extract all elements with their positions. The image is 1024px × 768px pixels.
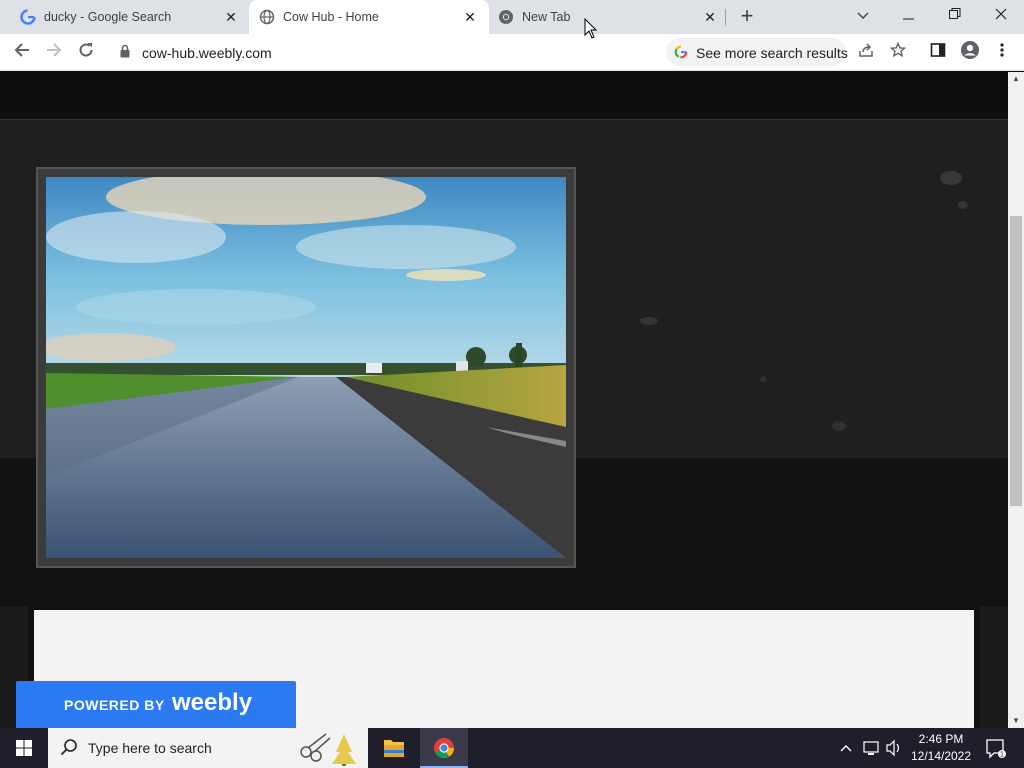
web-page: POWERED BY weebly xyxy=(0,72,1008,728)
road-landscape-image xyxy=(46,177,566,558)
tab-cow-hub[interactable]: Cow Hub - Home ✕ xyxy=(249,0,489,34)
tab-title: ducky - Google Search xyxy=(44,10,172,24)
reload-icon[interactable] xyxy=(74,40,98,64)
tray-overflow-chevron-icon[interactable] xyxy=(836,728,856,768)
google-g-icon xyxy=(20,9,36,25)
taskbar-search-placeholder: Type here to search xyxy=(88,740,212,756)
chrome-icon xyxy=(434,738,455,759)
vertical-scrollbar[interactable]: ▲ ▼ xyxy=(1008,72,1024,728)
clock-date: 12/14/2022 xyxy=(910,749,972,763)
bookmark-star-icon[interactable] xyxy=(886,40,910,64)
tab-close-icon[interactable]: ✕ xyxy=(702,9,718,25)
windows-logo-icon xyxy=(16,740,32,756)
browser-toolbar: cow-hub.weebly.com See more search resul… xyxy=(0,34,1024,71)
forward-arrow-icon[interactable] xyxy=(42,40,66,64)
globe-icon xyxy=(259,9,275,25)
powered-by-label: POWERED BY xyxy=(64,697,165,713)
profile-avatar-icon[interactable] xyxy=(958,40,982,64)
tab-title: New Tab xyxy=(522,10,571,24)
scroll-down-arrow-icon[interactable]: ▼ xyxy=(1008,714,1024,728)
search-results-chip[interactable]: See more search results xyxy=(666,38,848,66)
windows-taskbar: Type here to search 2:46 PM 12/14/2022 1 xyxy=(0,728,1024,768)
side-panel-icon[interactable] xyxy=(926,40,950,64)
tab-close-icon[interactable]: ✕ xyxy=(223,9,239,25)
restore-icon[interactable] xyxy=(932,0,978,30)
google-g-icon xyxy=(674,45,688,59)
close-window-icon[interactable] xyxy=(978,0,1024,30)
clock-time: 2:46 PM xyxy=(918,732,964,746)
search-highlight-illustration xyxy=(300,733,356,766)
taskbar-file-explorer[interactable] xyxy=(370,728,418,768)
tab-separator xyxy=(725,9,726,26)
search-icon xyxy=(60,739,77,756)
tab-google-search[interactable]: ducky - Google Search ✕ xyxy=(0,0,248,34)
weebly-logo-text: weebly xyxy=(172,689,253,716)
taskbar-chrome[interactable] xyxy=(420,728,468,768)
notification-center-icon[interactable]: 1 xyxy=(980,728,1010,768)
mouse-cursor-icon xyxy=(584,18,598,39)
powered-by-weebly-badge[interactable]: POWERED BY weebly xyxy=(16,681,296,728)
more-menu-icon[interactable] xyxy=(990,40,1014,64)
tab-search-chevron-icon[interactable] xyxy=(840,0,886,30)
chrome-icon xyxy=(499,10,513,24)
folder-icon xyxy=(384,740,404,757)
volume-icon[interactable] xyxy=(884,728,904,768)
start-button[interactable] xyxy=(0,728,48,768)
network-icon[interactable] xyxy=(860,728,882,768)
search-results-chip-label: See more search results xyxy=(696,45,848,61)
taskbar-search-box[interactable]: Type here to search xyxy=(48,728,368,768)
taskbar-clock[interactable]: 2:46 PM 12/14/2022 xyxy=(904,731,978,765)
minimize-icon[interactable] xyxy=(886,0,932,30)
header-band xyxy=(0,72,1008,120)
tab-close-icon[interactable]: ✕ xyxy=(462,9,478,25)
url-text: cow-hub.weebly.com xyxy=(142,45,272,61)
new-tab-plus-icon[interactable]: + xyxy=(736,5,758,28)
back-arrow-icon[interactable] xyxy=(10,40,34,64)
lock-icon[interactable] xyxy=(120,44,130,58)
tab-title: Cow Hub - Home xyxy=(283,10,379,24)
tab-strip: ducky - Google Search ✕ Cow Hub - Home ✕… xyxy=(0,0,1024,34)
photo-frame xyxy=(36,167,576,568)
svg-text:1: 1 xyxy=(1000,751,1004,759)
share-icon[interactable] xyxy=(854,40,878,64)
tab-new-tab[interactable]: New Tab ✕ xyxy=(489,0,729,34)
address-bar[interactable]: cow-hub.weebly.com See more search resul… xyxy=(110,37,910,67)
screen: ducky - Google Search ✕ Cow Hub - Home ✕… xyxy=(0,0,1024,768)
scroll-up-arrow-icon[interactable]: ▲ xyxy=(1008,72,1024,86)
scrollbar-thumb[interactable] xyxy=(1010,216,1022,506)
